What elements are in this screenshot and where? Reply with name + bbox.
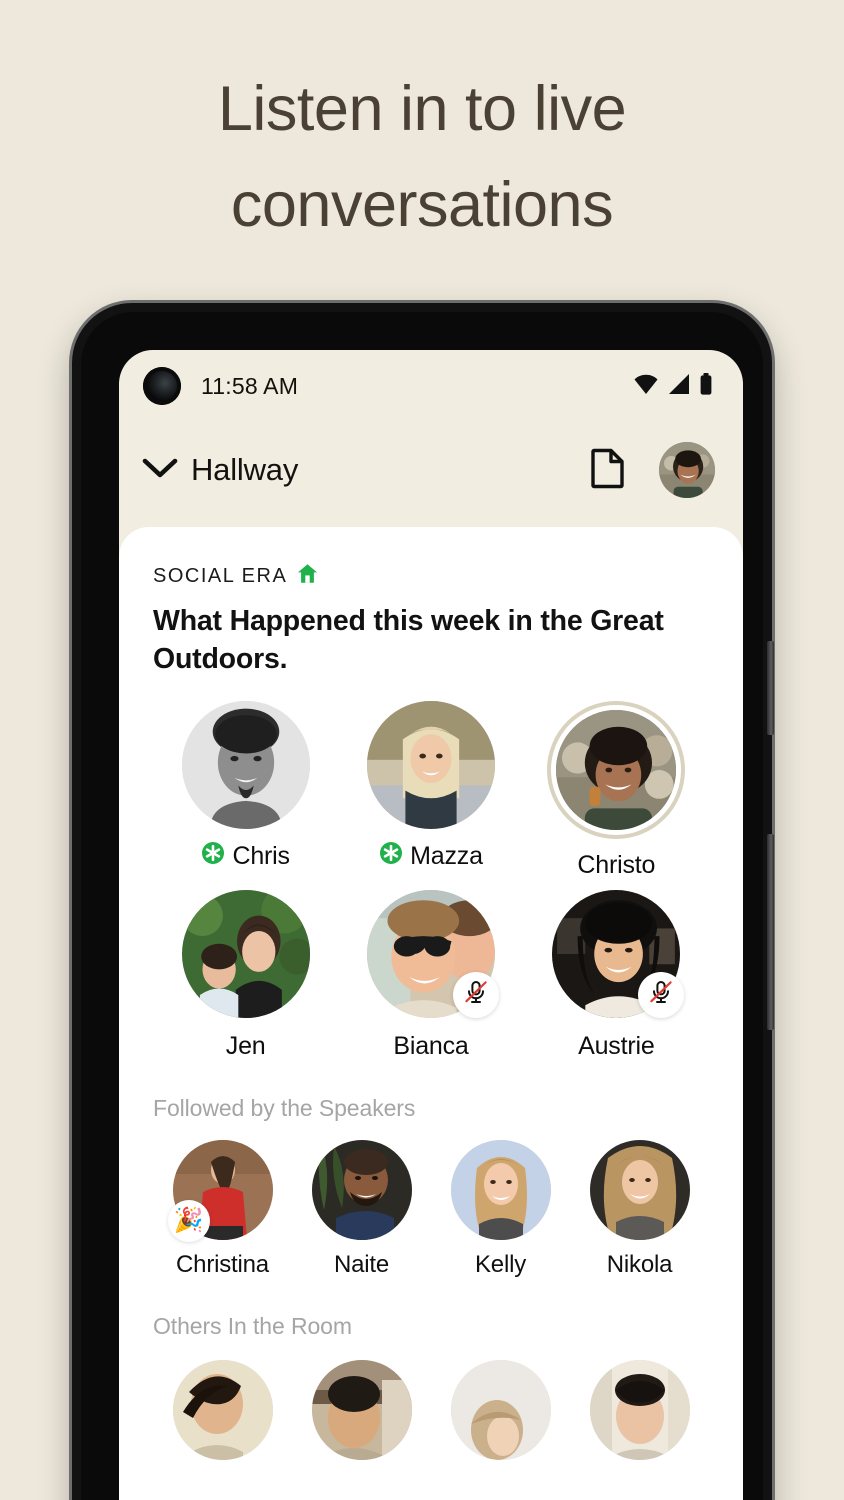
party-popper-icon: 🎉 — [173, 1207, 204, 1235]
chevron-down-icon[interactable] — [141, 456, 179, 485]
avatar — [450, 1359, 551, 1460]
avatar-wrap[interactable] — [172, 1359, 273, 1460]
mic-off-badge — [638, 971, 685, 1018]
avatar-wrap[interactable] — [450, 1359, 551, 1460]
avatar-wrap[interactable]: 🎉 — [167, 1139, 273, 1242]
speaker-name-row: Bianca — [393, 1032, 468, 1061]
front-camera-icon — [143, 367, 181, 405]
avatar — [311, 1139, 412, 1240]
others-people-row — [153, 1359, 709, 1471]
speaker-name: Christo — [577, 850, 656, 879]
avatar — [181, 889, 310, 1018]
list-item[interactable] — [292, 1359, 431, 1471]
list-item[interactable]: Kelly — [431, 1139, 570, 1279]
avatar-wrap[interactable] — [311, 1359, 412, 1460]
speaker-name-row: Chris — [201, 841, 290, 872]
phone-screen: 11:58 AM Hallway SOCIAL ERA What Happene… — [119, 350, 743, 1500]
room-title[interactable]: Hallway — [191, 452, 298, 488]
avatar — [556, 709, 677, 830]
avatar — [311, 1359, 412, 1460]
wifi-icon — [633, 374, 659, 399]
status-icon-group — [633, 372, 713, 400]
app-bar: Hallway — [119, 422, 743, 518]
list-item[interactable]: Nikola — [570, 1139, 709, 1279]
speaker-name: Jen — [225, 1031, 266, 1060]
green-asterisk-badge-icon — [201, 841, 225, 872]
person-name: Nikola — [606, 1250, 673, 1278]
avatar — [366, 700, 495, 829]
document-icon[interactable] — [591, 447, 625, 494]
avatar-wrap[interactable] — [366, 700, 495, 829]
speaker-name-row: Austrie — [578, 1031, 655, 1061]
list-item[interactable] — [153, 1359, 292, 1471]
avatar-wrap[interactable] — [181, 700, 310, 829]
list-item[interactable]: Naite — [292, 1139, 431, 1279]
speaker-cell[interactable]: Chris — [153, 700, 338, 880]
person-name: Christina — [176, 1250, 269, 1278]
speaker-name-row: Jen — [226, 1032, 266, 1061]
avatar-wrap[interactable] — [450, 1139, 551, 1240]
speaker-name: Bianca — [393, 1031, 469, 1060]
battery-icon — [699, 372, 713, 400]
avatar-wrap[interactable] — [311, 1139, 412, 1240]
avatar-wrap[interactable] — [589, 1359, 690, 1460]
avatar — [589, 1359, 690, 1460]
speaker-cell[interactable]: Jen — [153, 889, 338, 1061]
list-item[interactable]: 🎉 Christina — [153, 1139, 292, 1279]
user-avatar[interactable] — [659, 442, 715, 498]
person-name: Naite — [333, 1250, 390, 1278]
mic-off-icon — [647, 978, 675, 1011]
status-bar: 11:58 AM — [119, 350, 743, 422]
followed-section-label: Followed by the Speakers — [153, 1094, 416, 1121]
avatar — [450, 1139, 551, 1240]
status-time: 11:58 AM — [201, 372, 299, 399]
avatar-wrap[interactable] — [552, 889, 685, 1018]
card-kicker: SOCIAL ERA — [153, 563, 709, 590]
avatar-wrap[interactable] — [181, 889, 310, 1018]
green-asterisk-badge-icon — [379, 841, 403, 872]
speaker-cell[interactable]: Mazza — [338, 700, 523, 880]
power-button[interactable] — [767, 641, 774, 735]
person-name: Kelly — [474, 1250, 527, 1278]
list-item[interactable] — [570, 1359, 709, 1471]
cellular-signal-icon — [668, 373, 690, 399]
speaker-name: Austrie — [578, 1031, 655, 1060]
promo-headline-line-1: Listen in to live — [217, 74, 627, 144]
house-icon — [297, 563, 318, 590]
speaker-name: Chris — [232, 841, 290, 870]
avatar — [172, 1359, 273, 1460]
avatar-wrap[interactable] — [589, 1139, 690, 1240]
avatar — [181, 700, 310, 829]
speaker-cell[interactable]: Bianca — [338, 889, 523, 1061]
speaker-name-row: Christo — [577, 851, 655, 880]
followed-people-row: 🎉 Christina Naite Kelly Nikola — [153, 1139, 709, 1279]
speakers-grid: Chris Mazza Christo Jen Bianca Austrie — [153, 700, 709, 1061]
promo-headline: Listen in to live conversations — [0, 62, 844, 254]
card-kicker-label: SOCIAL ERA — [153, 565, 288, 587]
phone-frame: 11:58 AM Hallway SOCIAL ERA What Happene… — [72, 303, 774, 1500]
list-item[interactable] — [431, 1359, 570, 1471]
mic-off-icon — [462, 978, 490, 1011]
speaker-cell[interactable]: Austrie — [524, 889, 709, 1061]
mic-off-badge — [452, 971, 499, 1018]
room-content-card: SOCIAL ERA What Happened this week in th… — [119, 527, 743, 1500]
speaker-name: Mazza — [410, 841, 483, 870]
speaker-name-row: Mazza — [379, 841, 483, 872]
party-popper-badge: 🎉 — [167, 1199, 210, 1242]
speaker-cell[interactable]: Christo — [524, 701, 709, 880]
avatar-wrap-speaking[interactable] — [547, 701, 685, 839]
promo-headline-line-2: conversations — [230, 169, 614, 240]
volume-rocker-button[interactable] — [767, 834, 774, 1030]
avatar-wrap[interactable] — [366, 889, 499, 1018]
card-title: What Happened this week in the Great Out… — [153, 605, 664, 676]
avatar — [589, 1139, 690, 1240]
others-section-label: Others In the Room — [153, 1312, 352, 1339]
phone-bezel: 11:58 AM Hallway SOCIAL ERA What Happene… — [81, 312, 763, 1500]
